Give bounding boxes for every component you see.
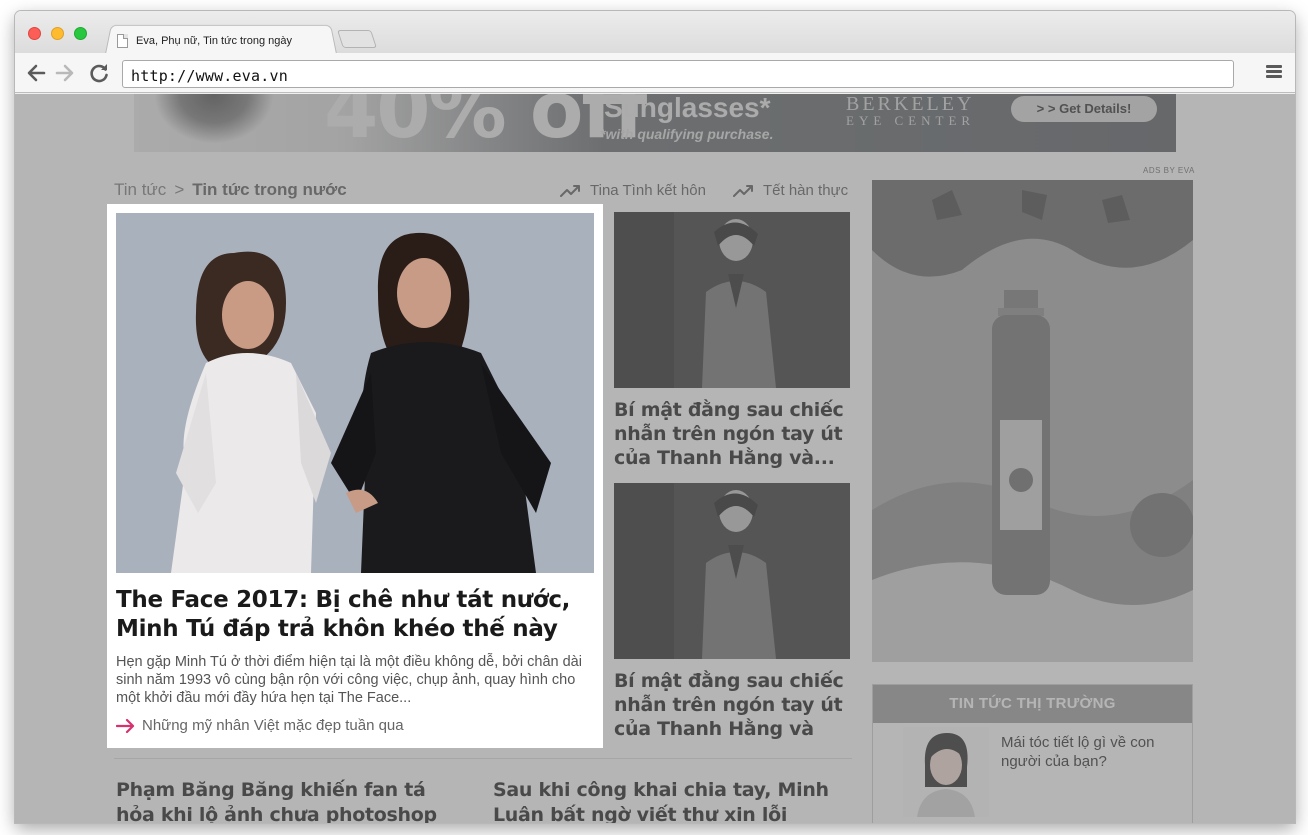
featured-related-link[interactable]: Những mỹ nhân Việt mặc đẹp tuần qua [116, 717, 404, 734]
breadcrumb-current[interactable]: Tin tức trong nước [192, 180, 346, 200]
trending-up-icon [733, 184, 753, 197]
side-article-1[interactable]: Bí mật đằng sau chiếc nhẫn trên ngón tay… [614, 212, 852, 470]
maximize-window-button[interactable] [74, 27, 87, 40]
side-article-image[interactable] [614, 483, 850, 659]
ads-label: ADS BY EVA [1143, 166, 1195, 175]
browser-window: Eva, Phụ nữ, Tin tức trong ngày http://w… [15, 11, 1295, 823]
breadcrumb-separator: > [174, 180, 185, 199]
hamburger-menu-icon[interactable] [1266, 65, 1282, 81]
side-article-title[interactable]: Bí mật đằng sau chiếc nhẫn trên ngón tay… [614, 398, 852, 470]
breadcrumb: Tin tức > Tin tức trong nước [114, 180, 347, 200]
banner-brand-sub: EYE CENTER [846, 113, 976, 128]
side-article-2[interactable]: Bí mật đằng sau chiếc nhẫn trên ngón tay… [614, 483, 852, 741]
trending-link-2[interactable]: Tết hàn thực [733, 182, 848, 199]
active-tab-content[interactable]: Eva, Phụ nữ, Tin tức trong ngày [117, 31, 292, 51]
page-icon [117, 34, 128, 48]
banner-model-image [154, 94, 274, 144]
page-viewport: 40% off Sunglasses* *with qualifying pur… [15, 94, 1295, 823]
close-window-button[interactable] [28, 27, 41, 40]
side-article-image[interactable] [614, 212, 850, 388]
featured-related-label: Những mỹ nhân Việt mặc đẹp tuần qua [142, 717, 404, 734]
market-news-thumbnail[interactable] [903, 727, 989, 817]
banner-product: Sunglasses* [604, 94, 771, 123]
trending-label: Tina Tình kết hôn [590, 182, 706, 199]
tab-title: Eva, Phụ nữ, Tin tức trong ngày [136, 35, 292, 47]
market-news-heading: TIN TỨC THỊ TRƯỜNG [873, 685, 1192, 723]
browser-toolbar: http://www.eva.vn [15, 53, 1295, 93]
minimize-window-button[interactable] [51, 27, 64, 40]
banner-note: *with qualifying purchase. [600, 126, 774, 142]
bottom-article-1[interactable]: Phạm Băng Băng khiến fan tá hỏa khi lộ ả… [116, 778, 456, 823]
trending-label: Tết hàn thực [763, 182, 849, 199]
market-news-box: TIN TỨC THỊ TRƯỜNG Mái tóc tiết lộ gì về… [872, 684, 1193, 823]
back-arrow-icon[interactable] [24, 61, 48, 85]
bottom-article-2[interactable]: Sau khi công khai chia tay, Minh Luân bấ… [493, 778, 833, 823]
banner-discount: 40% off [324, 94, 647, 152]
featured-article-description: Hẹn gặp Minh Tú ở thời điểm hiện tại là … [116, 654, 582, 706]
trending-link-1[interactable]: Tina Tình kết hôn [560, 182, 706, 199]
featured-article-title[interactable]: The Face 2017: Bị chê như tát nước, Minh… [116, 586, 586, 644]
trending-up-icon [560, 184, 580, 197]
featured-article-image[interactable] [116, 213, 594, 573]
featured-article[interactable]: The Face 2017: Bị chê như tát nước, Minh… [107, 204, 603, 748]
product-ad[interactable] [872, 180, 1193, 662]
address-bar[interactable]: http://www.eva.vn [122, 60, 1234, 88]
new-tab-button[interactable] [337, 30, 377, 48]
banner-ad[interactable]: 40% off Sunglasses* *with qualifying pur… [134, 94, 1176, 152]
reload-icon[interactable] [87, 61, 111, 85]
market-news-item[interactable]: Mái tóc tiết lộ gì về con người của bạn? [1001, 733, 1181, 771]
forward-arrow-icon[interactable] [53, 61, 77, 85]
side-article-title[interactable]: Bí mật đằng sau chiếc nhẫn trên ngón tay… [614, 669, 852, 741]
section-divider [114, 758, 852, 759]
banner-cta-button[interactable]: > > Get Details! [1011, 96, 1157, 122]
breadcrumb-root[interactable]: Tin tức [114, 180, 166, 200]
right-arrow-icon [116, 718, 135, 733]
url-text: http://www.eva.vn [131, 67, 288, 85]
tab-bar: Eva, Phụ nữ, Tin tức trong ngày [15, 11, 1295, 54]
